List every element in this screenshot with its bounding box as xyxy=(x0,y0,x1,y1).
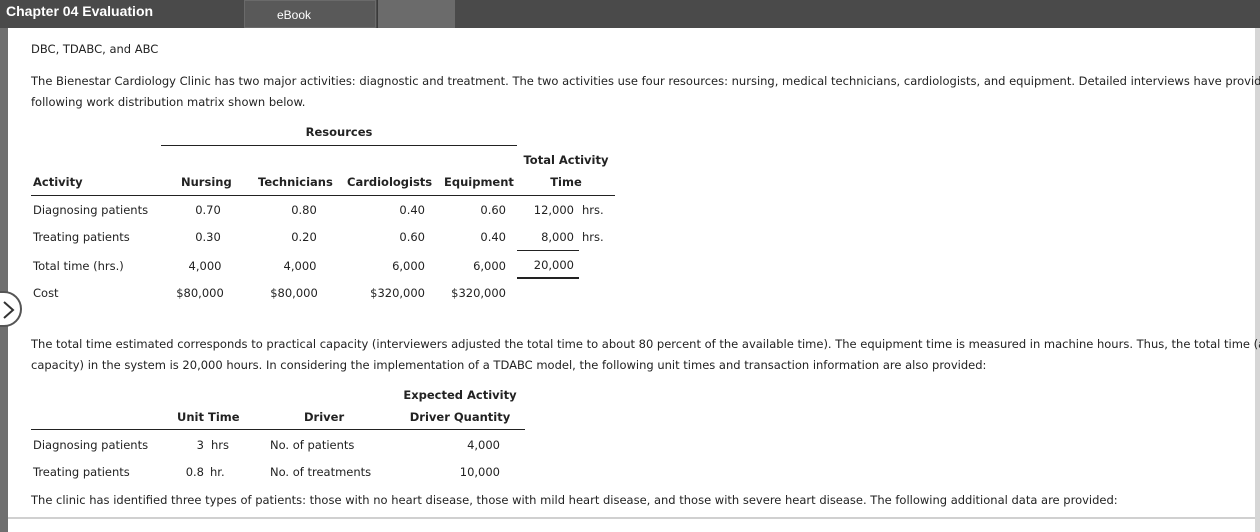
scrollbar[interactable] xyxy=(1255,28,1260,532)
col-equipment: Equipment xyxy=(444,175,514,189)
heading: DBC, TDABC, and ABC xyxy=(31,42,159,56)
cell-driver: No. of treatments xyxy=(270,465,372,479)
cell-cardiologists: $320,000 xyxy=(370,286,425,300)
cell-technicians: 0.20 xyxy=(291,230,317,244)
total-double-rule xyxy=(517,277,579,279)
total-sum-rule xyxy=(517,250,579,251)
cell-total: 12,000 xyxy=(533,203,574,217)
cell-technicians: 4,000 xyxy=(283,259,317,273)
col-activity: Activity xyxy=(33,175,83,189)
para2-line-2: capacity) in the system is 20,000 hours.… xyxy=(31,358,987,372)
row-label: Cost xyxy=(33,286,59,300)
row-label: Total time (hrs.) xyxy=(33,259,124,273)
cell-cardiologists: 0.40 xyxy=(399,203,425,217)
row-label: Diagnosing patients xyxy=(33,203,149,217)
app-title: Chapter 04 Evaluation xyxy=(6,3,154,19)
cell-nursing: $80,000 xyxy=(176,286,224,300)
tab-ebook[interactable]: eBook xyxy=(244,0,376,28)
cell-technicians: $80,000 xyxy=(270,286,318,300)
cell-unit-time: 0.8 xyxy=(185,465,204,479)
quantity-header-line-2: Driver Quantity xyxy=(409,410,511,424)
cell-technicians: 0.80 xyxy=(291,203,317,217)
total-header-line-2: Time xyxy=(550,175,582,189)
cell-equipment: 0.40 xyxy=(480,230,506,244)
unit-time-header: Unit Time xyxy=(177,410,240,424)
header-rule xyxy=(31,195,615,196)
col-technicians: Technicians xyxy=(258,175,333,189)
cell-nursing: 4,000 xyxy=(188,259,222,273)
bottom-divider xyxy=(8,517,1255,519)
top-bar: Chapter 04 Evaluation eBook xyxy=(0,0,1260,28)
cell-equipment: $320,000 xyxy=(451,286,506,300)
cell-total: 8,000 xyxy=(541,230,574,244)
resources-header: Resources xyxy=(305,125,373,139)
cell-unit: hrs. xyxy=(582,230,604,244)
cell-time-unit: hr. xyxy=(210,465,225,479)
cell-cardiologists: 0.60 xyxy=(399,230,425,244)
intro-line-1: The Bienestar Cardiology Clinic has two … xyxy=(31,74,1260,88)
row-label: Diagnosing patients xyxy=(33,438,149,452)
cell-unit-time: 3 xyxy=(196,438,204,452)
cell-driver: No. of patients xyxy=(270,438,355,452)
intro-line-2: following work distribution matrix shown… xyxy=(31,95,306,109)
cell-time-unit: hrs xyxy=(211,438,230,452)
cell-unit: hrs. xyxy=(582,203,604,217)
para3: The clinic has identified three types of… xyxy=(31,493,1118,507)
cell-quantity: 10,000 xyxy=(459,465,500,479)
row-label: Treating patients xyxy=(33,230,130,244)
cell-quantity: 4,000 xyxy=(467,438,500,452)
quantity-header-line-1: Expected Activity xyxy=(403,388,517,402)
left-rail xyxy=(0,28,8,532)
cell-equipment: 0.60 xyxy=(480,203,506,217)
col-nursing: Nursing xyxy=(181,175,232,189)
cell-nursing: 0.70 xyxy=(195,203,221,217)
cell-cardiologists: 6,000 xyxy=(392,259,425,273)
cell-equipment: 6,000 xyxy=(473,259,506,273)
para2-line-1: The total time estimated corresponds to … xyxy=(31,337,1260,351)
expand-panel-button[interactable] xyxy=(0,291,22,327)
driver-header: Driver xyxy=(304,410,345,424)
chevron-right-icon xyxy=(3,301,15,319)
total-header-line-1: Total Activity xyxy=(523,153,609,167)
tab-blank[interactable] xyxy=(377,0,455,28)
col-cardiologists: Cardiologists xyxy=(347,175,433,189)
tdabc-header-rule xyxy=(31,429,525,430)
row-label: Treating patients xyxy=(33,465,130,479)
resources-rule xyxy=(161,145,517,146)
cell-total: 20,000 xyxy=(533,258,574,272)
cell-nursing: 0.30 xyxy=(195,230,221,244)
